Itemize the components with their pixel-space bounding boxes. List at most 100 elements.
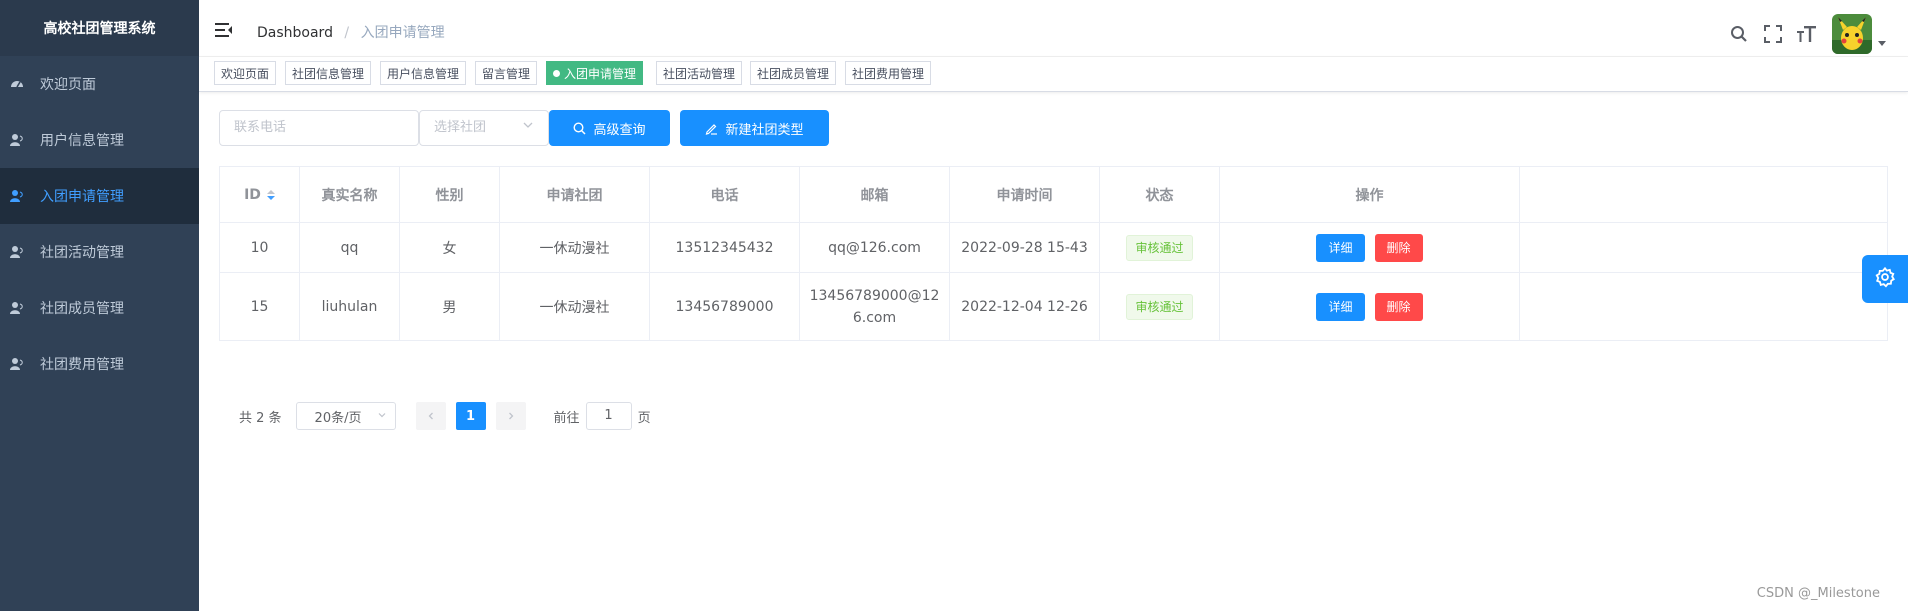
chevron-down-icon[interactable] bbox=[1878, 40, 1886, 46]
watermark: CSDN @_Milestone bbox=[1756, 586, 1880, 601]
active-dot-icon bbox=[553, 70, 560, 77]
tag-messages[interactable]: 留言管理 bbox=[475, 61, 538, 85]
sidebar: 高校社团管理系统 欢迎页面 用户信息管理 入团申请管理 社团活动管理 社团成员管… bbox=[0, 0, 199, 611]
page-suffix: 页 bbox=[637, 410, 651, 426]
user-icon bbox=[10, 189, 24, 203]
cell-email: 13456789000@126.com bbox=[800, 273, 950, 340]
sidebar-item-fees[interactable]: 社团费用管理 bbox=[0, 336, 199, 392]
create-club-type-button[interactable]: 新建社团类型 bbox=[680, 110, 829, 146]
column-header-id[interactable]: ID bbox=[220, 167, 300, 222]
sidebar-item-user-info[interactable]: 用户信息管理 bbox=[0, 112, 199, 168]
cell-status: 审核通过 bbox=[1100, 273, 1220, 340]
tag-members[interactable]: 社团成员管理 bbox=[750, 61, 837, 85]
column-header: 申请社团 bbox=[500, 167, 650, 222]
goto-label: 前往 bbox=[553, 410, 580, 426]
navbar: Dashboard / 入团申请管理 bbox=[199, 6, 1908, 57]
delete-button[interactable]: 删除 bbox=[1374, 292, 1423, 321]
sidebar-item-activities[interactable]: 社团活动管理 bbox=[0, 224, 199, 280]
column-header: 申请时间 bbox=[950, 167, 1100, 222]
tag-club-info[interactable]: 社团信息管理 bbox=[285, 61, 372, 85]
column-header: 状态 bbox=[1100, 167, 1220, 222]
chevron-left-icon bbox=[428, 412, 433, 420]
hamburger-icon[interactable] bbox=[215, 21, 233, 39]
cell-name: qq bbox=[300, 223, 400, 272]
cell-id: 10 bbox=[220, 223, 300, 272]
table-header-row: ID 真实名称 性别 申请社团 电话 邮箱 申请时间 状态 操作 bbox=[220, 167, 1887, 223]
sidebar-item-welcome[interactable]: 欢迎页面 bbox=[0, 56, 199, 112]
chevron-down-icon bbox=[377, 409, 387, 424]
gear-icon bbox=[1874, 266, 1896, 292]
prev-page-button[interactable] bbox=[415, 402, 446, 430]
page-size-select[interactable]: 20条/页 bbox=[295, 402, 396, 430]
user-icon bbox=[10, 245, 24, 259]
column-header: 操作 bbox=[1220, 167, 1520, 222]
club-select-placeholder: 选择社团 bbox=[434, 120, 487, 135]
cell-time: 2022-12-04 12-26 bbox=[950, 273, 1100, 340]
user-icon bbox=[10, 301, 24, 315]
navbar-tools bbox=[1716, 14, 1886, 54]
tag-join-application[interactable]: 入团申请管理 bbox=[546, 61, 644, 85]
chevron-right-icon bbox=[508, 412, 513, 420]
column-header: 真实名称 bbox=[300, 167, 400, 222]
sidebar-item-label: 入团申请管理 bbox=[40, 189, 124, 205]
club-select[interactable]: 选择社团 bbox=[419, 110, 549, 146]
delete-button[interactable]: 删除 bbox=[1374, 233, 1423, 262]
settings-button[interactable] bbox=[1862, 255, 1908, 303]
page-jumper: 前往 1 页 bbox=[554, 402, 651, 430]
tag-fees[interactable]: 社团费用管理 bbox=[845, 61, 932, 85]
avatar[interactable] bbox=[1832, 14, 1872, 54]
tag-user-info[interactable]: 用户信息管理 bbox=[380, 61, 467, 85]
sidebar-item-join-application[interactable]: 入团申请管理 bbox=[0, 168, 199, 224]
next-page-button[interactable] bbox=[495, 402, 526, 430]
pagination: 共 2 条 20条/页 1 前往 1 页 bbox=[239, 402, 651, 430]
user-icon bbox=[10, 357, 24, 371]
app-title: 高校社团管理系统 bbox=[0, 0, 199, 56]
page-number[interactable]: 1 bbox=[455, 402, 486, 430]
cell-club: 一休动漫社 bbox=[500, 273, 650, 340]
cell-gender: 男 bbox=[400, 273, 500, 340]
sidebar-item-label: 社团成员管理 bbox=[40, 301, 124, 317]
cell-phone: 13456789000 bbox=[650, 273, 800, 340]
cell-phone: 13512345432 bbox=[650, 223, 800, 272]
goto-page-input[interactable]: 1 bbox=[585, 402, 632, 430]
advanced-search-button[interactable]: 高级查询 bbox=[549, 110, 670, 146]
cell-actions: 详细 删除 bbox=[1220, 223, 1520, 272]
dashboard-icon bbox=[10, 77, 24, 91]
cell-club: 一休动漫社 bbox=[500, 223, 650, 272]
sidebar-item-label: 社团活动管理 bbox=[40, 245, 124, 261]
cell-name: liuhulan bbox=[300, 273, 400, 340]
cell-gender: 女 bbox=[400, 223, 500, 272]
search-icon[interactable] bbox=[1728, 23, 1750, 45]
edit-icon bbox=[705, 122, 718, 135]
detail-button[interactable]: 详细 bbox=[1316, 233, 1365, 262]
sidebar-item-label: 用户信息管理 bbox=[40, 133, 124, 149]
search-icon bbox=[573, 121, 587, 135]
table-row: 10 qq 女 一休动漫社 13512345432 qq@126.com 202… bbox=[220, 223, 1887, 273]
cell-id: 15 bbox=[220, 273, 300, 340]
breadcrumb-current: 入团申请管理 bbox=[360, 25, 445, 41]
breadcrumb-separator: / bbox=[344, 25, 350, 41]
status-badge: 审核通过 bbox=[1126, 293, 1193, 320]
column-header: 电话 bbox=[650, 167, 800, 222]
tag-activities[interactable]: 社团活动管理 bbox=[656, 61, 743, 85]
column-header: 性别 bbox=[400, 167, 500, 222]
sidebar-item-members[interactable]: 社团成员管理 bbox=[0, 280, 199, 336]
phone-input[interactable]: 联系电话 bbox=[219, 110, 419, 146]
sort-icon[interactable] bbox=[266, 189, 275, 200]
cell-email: qq@126.com bbox=[800, 223, 950, 272]
application-table: ID 真实名称 性别 申请社团 电话 邮箱 申请时间 状态 操作 10 qq 女… bbox=[219, 166, 1888, 341]
chevron-down-icon bbox=[522, 111, 534, 145]
status-badge: 审核通过 bbox=[1126, 234, 1193, 261]
cell-actions: 详细 删除 bbox=[1220, 273, 1520, 340]
column-header: 邮箱 bbox=[800, 167, 950, 222]
cell-status: 审核通过 bbox=[1100, 223, 1220, 272]
cell-time: 2022-09-28 15-43 bbox=[950, 223, 1100, 272]
breadcrumb-home[interactable]: Dashboard bbox=[257, 25, 333, 41]
tag-welcome[interactable]: 欢迎页面 bbox=[214, 61, 277, 85]
user-icon bbox=[10, 133, 24, 147]
fullscreen-icon[interactable] bbox=[1762, 23, 1784, 45]
font-size-icon[interactable] bbox=[1796, 23, 1818, 45]
sidebar-item-label: 欢迎页面 bbox=[40, 77, 96, 93]
pagination-total: 共 2 条 bbox=[239, 410, 282, 426]
detail-button[interactable]: 详细 bbox=[1316, 292, 1365, 321]
